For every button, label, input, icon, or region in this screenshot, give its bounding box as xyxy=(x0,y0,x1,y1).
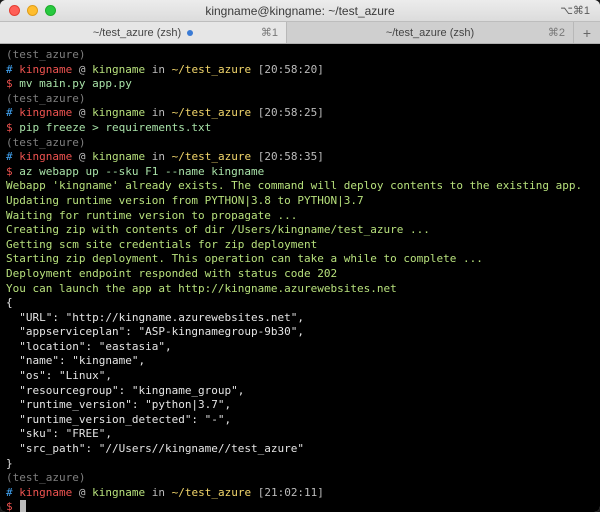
terminal-line: Updating runtime version from PYTHON|3.8… xyxy=(6,194,594,209)
terminal-line: # kingname @ kingname in ~/test_azure [2… xyxy=(6,486,594,501)
terminal-line: Deployment endpoint responded with statu… xyxy=(6,267,594,282)
terminal-line: { xyxy=(6,296,594,311)
terminal-line: "location": "eastasia", xyxy=(6,340,594,355)
terminal-prompt[interactable]: $ xyxy=(6,500,594,512)
terminal-line: Webapp 'kingname' already exists. The co… xyxy=(6,179,594,194)
zoom-icon[interactable] xyxy=(45,5,56,16)
terminal-line: "URL": "http://kingname.azurewebsites.ne… xyxy=(6,311,594,326)
titlebar[interactable]: kingname@kingname: ~/test_azure ⌥⌘1 xyxy=(0,0,600,22)
terminal-line: $ pip freeze > requirements.txt xyxy=(6,121,594,136)
terminal-line: "name": "kingname", xyxy=(6,354,594,369)
minimize-icon[interactable] xyxy=(27,5,38,16)
window-shortcut: ⌥⌘1 xyxy=(560,4,600,17)
window-title: kingname@kingname: ~/test_azure xyxy=(0,4,600,18)
plus-icon: + xyxy=(583,25,591,41)
terminal-line: "resourcegroup": "kingname_group", xyxy=(6,384,594,399)
tab-label: ~/test_azure (zsh) xyxy=(386,27,474,39)
terminal-line: # kingname @ kingname in ~/test_azure [2… xyxy=(6,106,594,121)
terminal-line: # kingname @ kingname in ~/test_azure [2… xyxy=(6,150,594,165)
tab-1[interactable]: ~/test_azure (zsh) ⌘1 xyxy=(0,22,287,43)
tab-shortcut: ⌘1 xyxy=(261,26,278,39)
window-controls xyxy=(0,5,56,16)
terminal-line: $ mv main.py app.py xyxy=(6,77,594,92)
terminal-line: } xyxy=(6,457,594,472)
new-tab-button[interactable]: + xyxy=(574,22,600,43)
terminal-line: "os": "Linux", xyxy=(6,369,594,384)
tab-bar: ~/test_azure (zsh) ⌘1 ~/test_azure (zsh)… xyxy=(0,22,600,44)
terminal-line: "runtime_version_detected": "-", xyxy=(6,413,594,428)
terminal-line: "runtime_version": "python|3.7", xyxy=(6,398,594,413)
tab-shortcut: ⌘2 xyxy=(548,26,565,39)
cursor-icon xyxy=(20,500,26,512)
terminal-line: (test_azure) xyxy=(6,48,594,63)
terminal-line: (test_azure) xyxy=(6,92,594,107)
terminal-line: # kingname @ kingname in ~/test_azure [2… xyxy=(6,63,594,78)
terminal-line: "sku": "FREE", xyxy=(6,427,594,442)
terminal-line: (test_azure) xyxy=(6,471,594,486)
terminal-line: You can launch the app at http://kingnam… xyxy=(6,282,594,297)
terminal-line: Waiting for runtime version to propagate… xyxy=(6,209,594,224)
terminal-content[interactable]: (test_azure)# kingname @ kingname in ~/t… xyxy=(0,44,600,512)
terminal-window: kingname@kingname: ~/test_azure ⌥⌘1 ~/te… xyxy=(0,0,600,512)
terminal-line: "src_path": "//Users//kingname//test_azu… xyxy=(6,442,594,457)
terminal-line: Starting zip deployment. This operation … xyxy=(6,252,594,267)
tab-2[interactable]: ~/test_azure (zsh) ⌘2 xyxy=(287,22,574,43)
terminal-line: Creating zip with contents of dir /Users… xyxy=(6,223,594,238)
close-icon[interactable] xyxy=(9,5,20,16)
terminal-line: (test_azure) xyxy=(6,136,594,151)
tab-label: ~/test_azure (zsh) xyxy=(93,27,181,39)
terminal-line: "appserviceplan": "ASP-kingnamegroup-9b3… xyxy=(6,325,594,340)
modified-indicator-icon xyxy=(187,30,193,36)
terminal-line: Getting scm site credentials for zip dep… xyxy=(6,238,594,253)
terminal-line: $ az webapp up --sku F1 --name kingname xyxy=(6,165,594,180)
